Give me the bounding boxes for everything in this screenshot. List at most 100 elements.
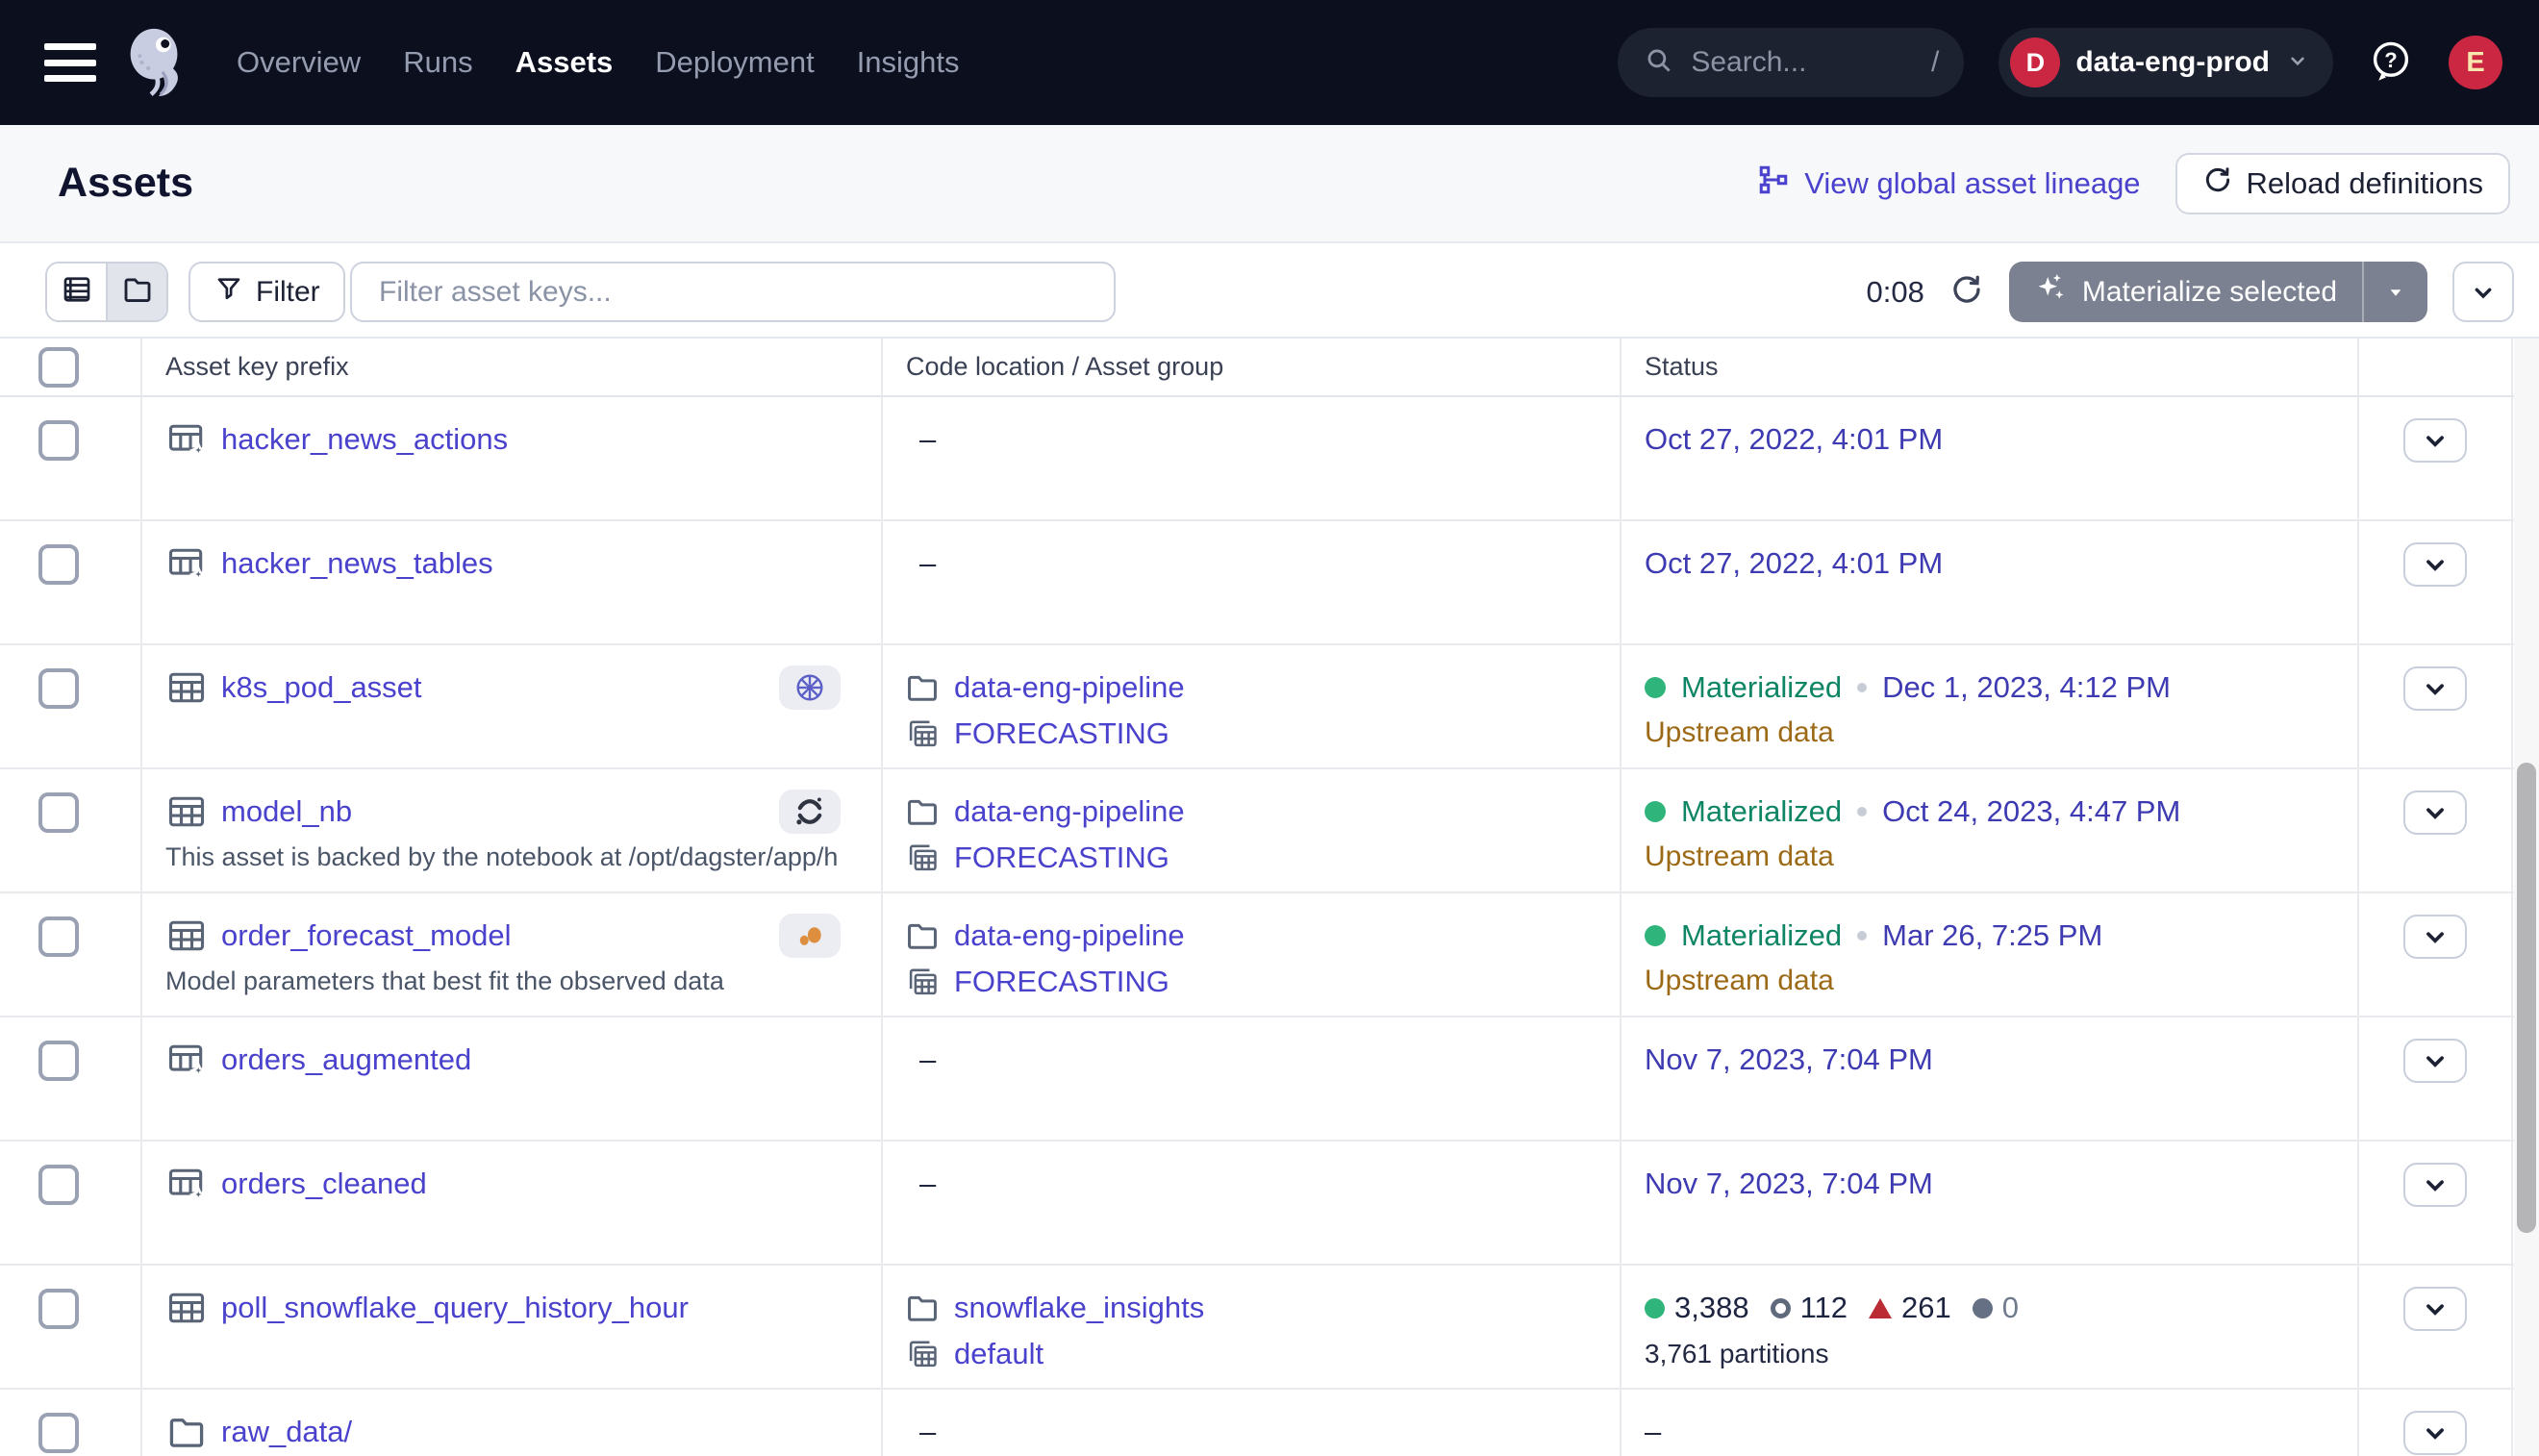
asset-link[interactable]: k8s_pod_asset	[221, 670, 422, 705]
nav-item-assets[interactable]: Assets	[515, 45, 614, 80]
row-checkbox[interactable]	[38, 668, 79, 709]
select-all-checkbox[interactable]	[38, 347, 79, 388]
expand-row-button[interactable]	[2403, 1411, 2467, 1455]
page-title: Assets	[58, 160, 193, 207]
asset-link[interactable]: hacker_news_actions	[221, 422, 508, 457]
expand-row-button[interactable]	[2403, 666, 2467, 711]
view-global-asset-lineage-link[interactable]: View global asset lineage	[1756, 163, 2140, 205]
help-icon[interactable]: ?	[2368, 38, 2414, 88]
table-header-row: Asset key prefix Code location / Asset g…	[0, 339, 2539, 397]
asset-link[interactable]: orders_cleaned	[221, 1167, 427, 1201]
table-prefix-icon	[165, 1039, 208, 1081]
asset-group-link[interactable]: FORECASTING	[954, 841, 1169, 875]
row-checkbox[interactable]	[38, 420, 79, 461]
upstream-data-note: Upstream data	[1645, 965, 2357, 997]
asset-group-link[interactable]: default	[954, 1337, 1043, 1371]
table-row: order_forecast_model Model parameters th…	[0, 893, 2539, 1017]
nav-item-runs[interactable]: Runs	[403, 45, 472, 80]
code-location-link[interactable]: data-eng-pipeline	[954, 670, 1185, 705]
top-nav: Overview Runs Assets Deployment Insights…	[0, 0, 2539, 125]
expand-row-button[interactable]	[2403, 542, 2467, 587]
nav-item-insights[interactable]: Insights	[857, 45, 960, 80]
expand-row-button[interactable]	[2403, 418, 2467, 463]
filter-button[interactable]: Filter	[189, 262, 345, 322]
materialization-date-link[interactable]: Oct 27, 2022, 4:01 PM	[1645, 422, 1943, 457]
code-location-link[interactable]: data-eng-pipeline	[954, 918, 1185, 953]
materialized-status-dot	[1645, 925, 1666, 946]
reload-icon	[2202, 164, 2233, 203]
asset-link[interactable]: hacker_news_tables	[221, 546, 493, 581]
asset-link[interactable]: raw_data/	[221, 1415, 352, 1449]
lineage-link-label: View global asset lineage	[1804, 166, 2140, 201]
more-actions-button[interactable]	[2452, 262, 2514, 322]
row-checkbox[interactable]	[38, 1413, 79, 1453]
search-input[interactable]: Search... /	[1618, 28, 1964, 97]
table-prefix-icon	[165, 418, 208, 461]
asset-link[interactable]: orders_augmented	[221, 1042, 471, 1077]
deployment-switcher[interactable]: D data-eng-prod	[1999, 28, 2333, 97]
row-checkbox[interactable]	[38, 544, 79, 585]
expand-row-button[interactable]	[2403, 791, 2467, 835]
nav-menu: Overview Runs Assets Deployment Insights	[237, 45, 960, 80]
asset-group-icon	[904, 840, 941, 876]
nav-item-overview[interactable]: Overview	[237, 45, 361, 80]
asset-description: Model parameters that best fit the obser…	[165, 966, 839, 996]
row-checkbox[interactable]	[38, 792, 79, 833]
code-location-link[interactable]: data-eng-pipeline	[954, 794, 1185, 829]
filter-asset-keys-input[interactable]	[350, 262, 1116, 322]
chevron-down-icon	[2285, 48, 2310, 78]
folder-icon	[904, 1290, 941, 1326]
avatar[interactable]: E	[2449, 36, 2502, 89]
expand-row-button[interactable]	[2403, 1287, 2467, 1331]
scrollbar-track[interactable]	[2514, 339, 2539, 1456]
separator-dot	[1857, 931, 1867, 941]
materialization-date-link[interactable]: Oct 27, 2022, 4:01 PM	[1645, 546, 1943, 581]
partition-count-green-dot: 3,388	[1645, 1291, 1749, 1325]
code-location-link[interactable]: snowflake_insights	[954, 1291, 1204, 1325]
expand-row-button[interactable]	[2403, 1039, 2467, 1083]
separator-dot	[1857, 807, 1867, 816]
upstream-data-note: Upstream data	[1645, 841, 2357, 873]
materialize-selected-button[interactable]: Materialize selected	[2009, 262, 2427, 322]
nav-item-deployment[interactable]: Deployment	[655, 45, 814, 80]
row-checkbox[interactable]	[38, 1165, 79, 1205]
materialization-date-link[interactable]: Mar 26, 7:25 PM	[1882, 918, 2102, 953]
row-checkbox[interactable]	[38, 916, 79, 957]
asset-link[interactable]: order_forecast_model	[221, 918, 512, 953]
hamburger-icon[interactable]	[44, 43, 96, 82]
dagster-logo[interactable]	[117, 23, 192, 102]
asset-group-icon	[904, 715, 941, 752]
row-checkbox[interactable]	[38, 1041, 79, 1081]
partitions-total: 3,761 partitions	[1645, 1339, 2357, 1369]
partition-counts: 3,3881122610	[1645, 1289, 2357, 1327]
location-empty-dash: –	[919, 422, 1620, 457]
folder-view-toggle[interactable]	[108, 264, 166, 320]
materialization-date-link[interactable]: Oct 24, 2023, 4:47 PM	[1882, 794, 2180, 829]
materialized-status-label: Materialized	[1681, 918, 1842, 953]
asset-group-link[interactable]: FORECASTING	[954, 716, 1169, 751]
materialize-options-caret[interactable]	[2362, 262, 2427, 322]
expand-row-button[interactable]	[2403, 1163, 2467, 1207]
expand-row-button[interactable]	[2403, 915, 2467, 959]
folder-icon	[904, 669, 941, 706]
refresh-icon[interactable]	[1949, 272, 1984, 312]
row-checkbox[interactable]	[38, 1289, 79, 1329]
partition-count-red-triangle: 261	[1869, 1291, 1951, 1325]
jupyter-badge	[779, 790, 841, 834]
list-view-icon	[60, 272, 94, 312]
list-view-toggle[interactable]	[47, 264, 108, 320]
upstream-data-note: Upstream data	[1645, 716, 2357, 749]
table-row: poll_snowflake_query_history_hour snowfl…	[0, 1266, 2539, 1390]
asset-group-link[interactable]: FORECASTING	[954, 965, 1169, 999]
table-row: hacker_news_actions –Oct 27, 2022, 4:01 …	[0, 397, 2539, 521]
asset-link[interactable]: model_nb	[221, 794, 352, 829]
scrollbar-thumb[interactable]	[2517, 763, 2536, 1233]
partition-count-hollow-circle: 112	[1771, 1291, 1848, 1325]
reload-definitions-button[interactable]: Reload definitions	[2175, 153, 2510, 214]
materialized-status-dot	[1645, 801, 1666, 822]
materialization-date-link[interactable]: Dec 1, 2023, 4:12 PM	[1882, 670, 2171, 705]
materialization-date-link[interactable]: Nov 7, 2023, 7:04 PM	[1645, 1042, 1933, 1077]
materialization-date-link[interactable]: Nov 7, 2023, 7:04 PM	[1645, 1167, 1933, 1201]
asset-link[interactable]: poll_snowflake_query_history_hour	[221, 1291, 689, 1325]
location-empty-dash: –	[919, 546, 1620, 581]
